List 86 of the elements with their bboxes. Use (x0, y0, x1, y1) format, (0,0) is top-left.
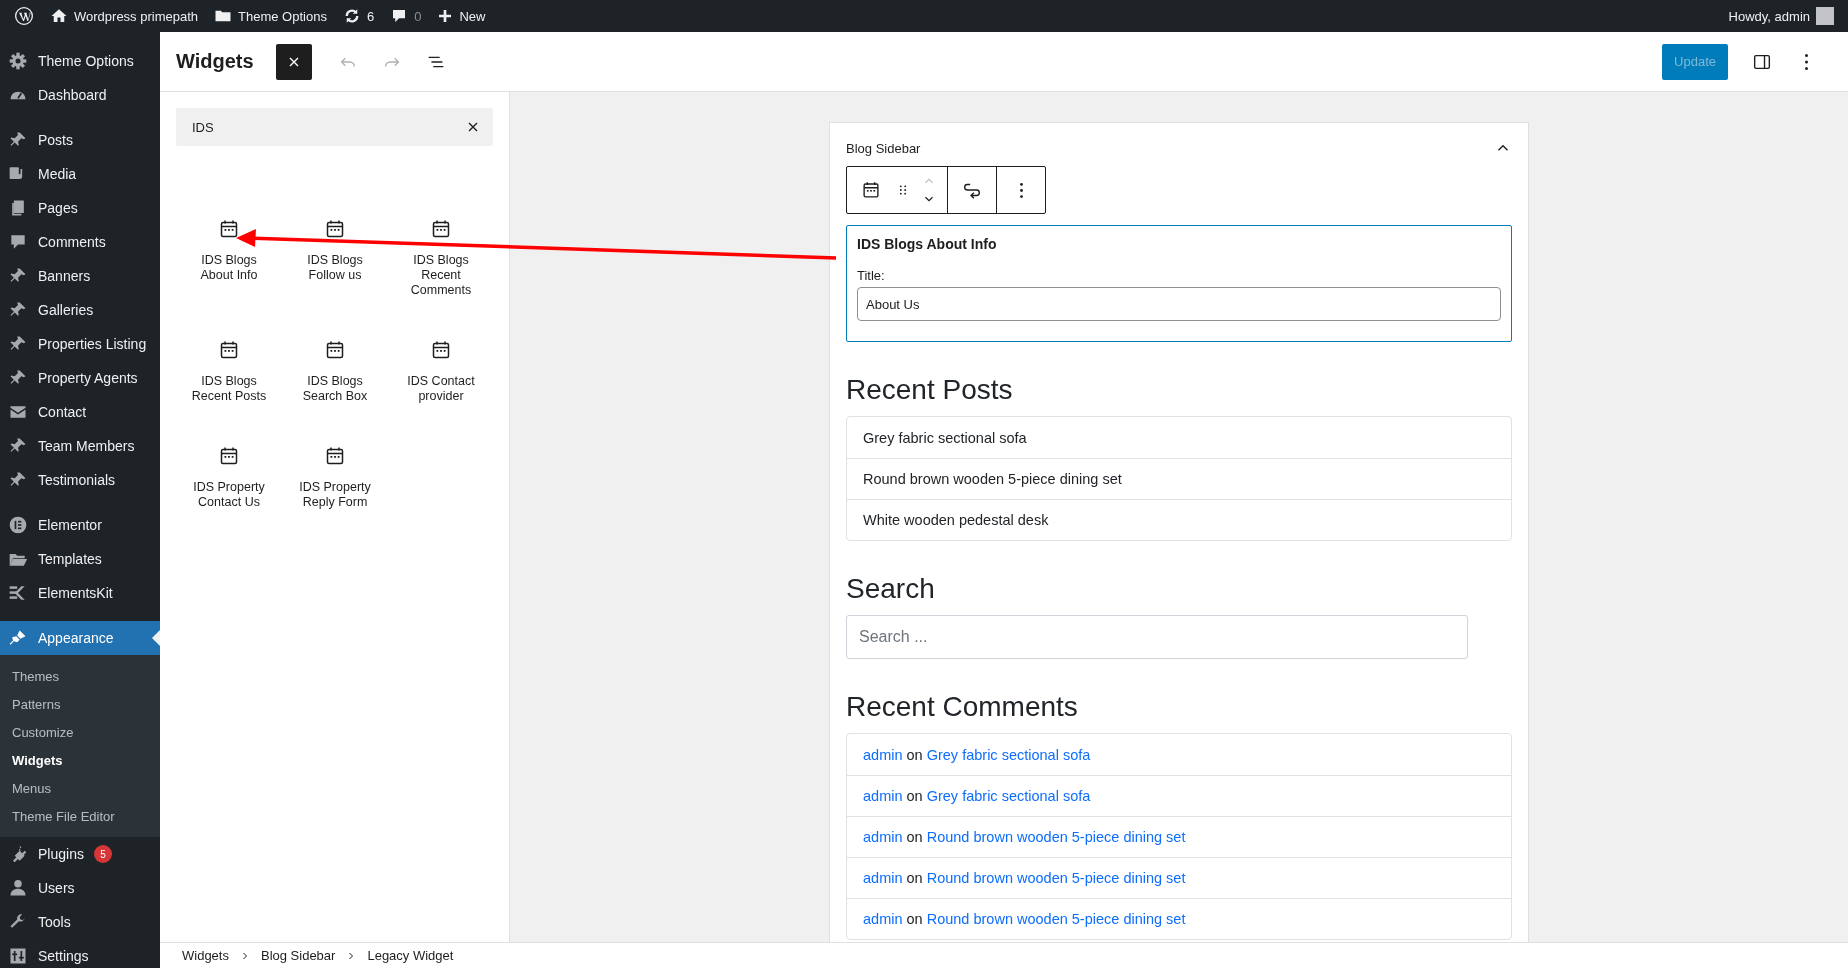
comment-text: admin on Round brown wooden 5-piece dining set (863, 911, 1186, 927)
circle-e-icon (8, 515, 28, 535)
menu-item[interactable]: Media (0, 157, 160, 191)
block-item[interactable]: IDS Property Contact Us (176, 436, 282, 518)
post-item[interactable]: Round brown wooden 5-piece dining set (847, 458, 1511, 499)
menu-item[interactable]: Users (0, 871, 160, 905)
menu-item[interactable]: Theme Options (0, 44, 160, 78)
block-item[interactable]: IDS Blogs Recent Posts (176, 330, 282, 412)
comments-link[interactable]: 0 (382, 0, 430, 32)
submenu-item[interactable]: Patterns (0, 690, 160, 718)
gear-icon (8, 51, 28, 71)
calendar-icon (860, 179, 882, 201)
menu-item[interactable]: ElementsKit (0, 576, 160, 610)
theme-options-link[interactable]: Theme Options (206, 0, 335, 32)
count-badge: 5 (93, 845, 112, 863)
author-link[interactable]: admin (863, 829, 903, 845)
menu-item[interactable]: Comments (0, 225, 160, 259)
updates-link[interactable]: 6 (334, 0, 383, 32)
comment-text: admin on Grey fabric sectional sofa (863, 788, 1091, 804)
submenu-item[interactable]: Customize (0, 718, 160, 746)
field-label: Title: (857, 268, 886, 283)
menu-item[interactable]: Pages (0, 191, 160, 225)
menu-item[interactable]: Banners (0, 259, 160, 293)
block-item[interactable]: IDS Property Reply Form (282, 436, 388, 518)
title-input[interactable]: About Us (857, 287, 1501, 321)
post-link[interactable]: Grey fabric sectional sofa (926, 746, 1091, 763)
close-inserter-button[interactable] (275, 43, 312, 80)
menu-item[interactable]: Properties Listing (0, 327, 160, 361)
site-link[interactable]: Wordpress primepath (42, 0, 207, 32)
search-field[interactable]: Search ... (846, 615, 1468, 659)
post-link[interactable]: Round brown wooden 5-piece dining set (926, 829, 1186, 845)
author-link[interactable]: admin (863, 788, 903, 804)
menu-item[interactable]: Posts (0, 123, 160, 157)
avatar-icon (1816, 7, 1834, 25)
breadcrumb-link[interactable]: Widgets (182, 948, 229, 963)
page-title: Widgets (176, 50, 254, 73)
block-item[interactable]: IDS Blogs Search Box (282, 330, 388, 412)
plus-icon (437, 8, 454, 24)
menu-item[interactable]: Plugins 5 (0, 837, 160, 871)
comment-text: admin on Round brown wooden 5-piece dining set (863, 870, 1186, 886)
post-link[interactable]: Grey fabric sectional sofa (926, 788, 1091, 804)
menu-item[interactable]: Property Agents (0, 361, 160, 395)
block-item[interactable]: IDS Blogs Recent Comments (388, 209, 494, 306)
submenu-item[interactable]: Widgets (0, 746, 160, 774)
section-heading: Search (846, 573, 936, 605)
menu-item[interactable]: Team Members (0, 429, 160, 463)
submenu-item[interactable]: Themes (0, 662, 160, 690)
menu-item[interactable]: Galleries (0, 293, 160, 327)
post-link[interactable]: Round brown wooden 5-piece dining set (926, 911, 1186, 927)
post-link[interactable]: Round brown wooden 5-piece dining set (926, 870, 1186, 886)
author-link[interactable]: admin (863, 746, 903, 763)
author-link[interactable]: admin (863, 911, 903, 927)
ek-logo-icon (8, 583, 28, 603)
new-link[interactable]: New (429, 0, 494, 32)
block-search-field[interactable]: IDS (176, 108, 493, 146)
block-item[interactable]: IDS Blogs About Info (176, 209, 282, 291)
block-item[interactable]: IDS Blogs Follow us (282, 209, 388, 291)
section-heading: Recent Posts (846, 374, 1014, 406)
more-vertical-icon (1804, 53, 1808, 70)
widget-area-title: Blog Sidebar (846, 140, 921, 156)
breadcrumb-link[interactable]: Legacy Widget (367, 948, 454, 963)
comment-text: admin on Grey fabric sectional sofa (863, 746, 1091, 763)
block-item[interactable]: IDS Contact provider (388, 330, 494, 412)
comment-text: admin on Round brown wooden 5-piece dining set (863, 829, 1186, 845)
submenu-item[interactable]: Menus (0, 774, 160, 802)
menu-item[interactable]: Contact (0, 395, 160, 429)
section-heading: Recent Comments (846, 691, 1079, 723)
menu-item[interactable]: Settings (0, 939, 160, 968)
menu-item[interactable]: Templates (0, 542, 160, 576)
submenu-item[interactable]: Theme File Editor (0, 802, 160, 830)
widget-title: IDS Blogs About Info (857, 236, 998, 252)
selected-widget-block[interactable]: IDS Blogs About Info Title: About Us (846, 225, 1512, 342)
post-item[interactable]: Grey fabric sectional sofa (847, 417, 1511, 458)
home-icon (50, 7, 68, 25)
menu-item[interactable]: Elementor (0, 508, 160, 542)
menu-item[interactable]: Appearance (0, 621, 160, 655)
menu-item[interactable]: Tools (0, 905, 160, 939)
menu-item[interactable]: Dashboard (0, 78, 160, 112)
menu-item[interactable]: Testimonials (0, 463, 160, 497)
paintbrush-icon (8, 628, 28, 648)
breadcrumb-link[interactable]: Blog Sidebar (260, 948, 336, 963)
user-icon (8, 878, 28, 898)
more-vertical-icon (1019, 182, 1023, 198)
post-item[interactable]: White wooden pedestal desk (847, 499, 1511, 540)
author-link[interactable]: admin (863, 870, 903, 886)
account-link[interactable]: Howdy, admin (1720, 0, 1842, 32)
